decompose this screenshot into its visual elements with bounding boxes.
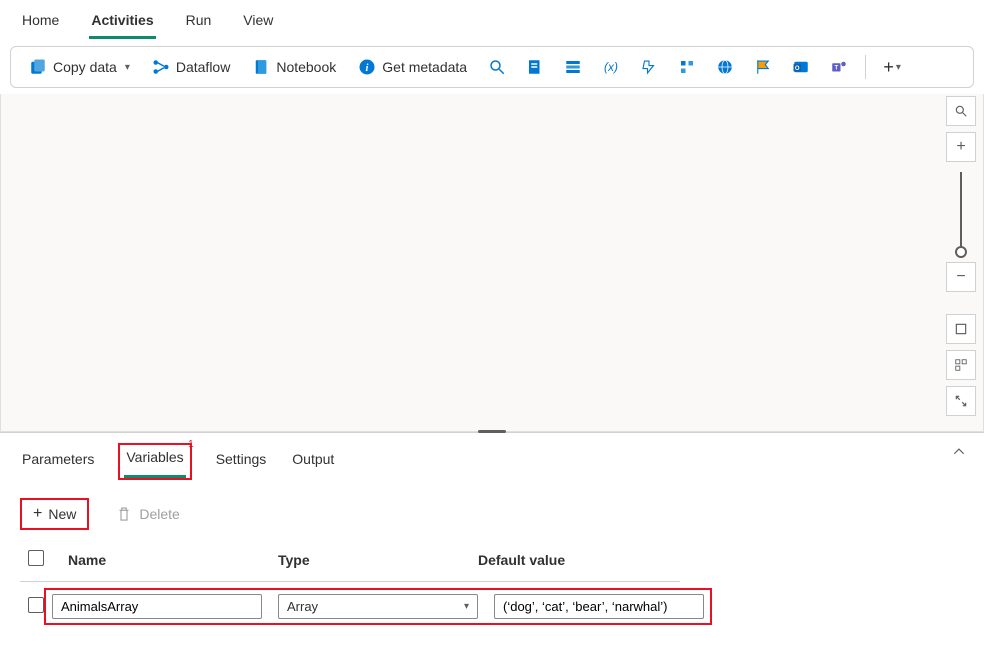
tab-variables[interactable]: Variables 1 — [124, 445, 185, 478]
tab-settings[interactable]: Settings — [214, 447, 269, 477]
function-icon — [640, 58, 658, 76]
dataflow-button[interactable]: Dataflow — [144, 54, 238, 80]
zoom-out-button[interactable]: − — [946, 262, 976, 292]
properties-panel: Parameters Variables 1 Settings Output +… — [0, 432, 984, 645]
variable-type-value: Array — [287, 599, 318, 614]
fit-to-screen-button[interactable] — [946, 314, 976, 344]
azure-function-icon-button[interactable] — [633, 53, 665, 81]
script-icon — [526, 58, 544, 76]
toolbar-separator — [865, 55, 866, 79]
svg-text:T: T — [835, 65, 839, 71]
callout-badge: 1 — [188, 439, 194, 450]
row-checkbox[interactable] — [28, 597, 44, 613]
web-icon-button[interactable] — [709, 53, 741, 81]
zoom-slider-thumb[interactable] — [955, 246, 967, 258]
notebook-icon — [252, 58, 270, 76]
webhook-icon-button[interactable] — [747, 53, 779, 81]
flag-icon — [754, 58, 772, 76]
fullscreen-button[interactable] — [946, 386, 976, 416]
globe-icon — [716, 58, 734, 76]
canvas-tool-rail: + − — [946, 96, 976, 416]
copy-data-button[interactable]: Copy data ▾ — [21, 54, 138, 80]
menubar-view[interactable]: View — [241, 8, 275, 39]
delete-variable-button[interactable]: Delete — [105, 501, 189, 527]
trash-icon — [115, 505, 133, 523]
outlook-icon-button[interactable]: O — [785, 53, 817, 81]
variable-default-input[interactable] — [494, 594, 704, 619]
stored-procedure-icon-button[interactable] — [557, 53, 589, 81]
variable-icon-button[interactable]: (x) — [595, 53, 627, 81]
teams-icon: T — [830, 58, 848, 76]
notebook-label: Notebook — [276, 59, 336, 75]
copy-data-icon — [29, 58, 47, 76]
svg-text:O: O — [795, 66, 800, 72]
column-header-type: Type — [270, 540, 470, 582]
column-header-name: Name — [60, 540, 270, 582]
info-icon: i — [358, 58, 376, 76]
variable-name-input[interactable] — [52, 594, 262, 619]
outlook-icon: O — [792, 58, 810, 76]
chevron-down-icon: ▾ — [125, 62, 130, 73]
canvas-search-button[interactable] — [946, 96, 976, 126]
plus-icon: + — [33, 505, 42, 523]
lookup-icon-button[interactable] — [481, 53, 513, 81]
notebook-button[interactable]: Notebook — [244, 54, 344, 80]
dataflow-icon — [152, 58, 170, 76]
menubar-home[interactable]: Home — [20, 8, 61, 39]
svg-text:(x): (x) — [604, 60, 618, 74]
delete-label: Delete — [139, 506, 179, 522]
get-metadata-button[interactable]: i Get metadata — [350, 54, 475, 80]
panel-collapse-button[interactable] — [952, 445, 966, 462]
svg-text:i: i — [366, 63, 369, 74]
zoom-in-button[interactable]: + — [946, 132, 976, 162]
activities-toolbar: Copy data ▾ Dataflow Notebook i Get meta… — [10, 46, 974, 88]
chevron-down-icon: ▾ — [896, 62, 901, 73]
copy-data-label: Copy data — [53, 59, 117, 75]
dataflow-label: Dataflow — [176, 59, 230, 75]
chevron-down-icon: ▾ — [464, 601, 469, 612]
auto-align-button[interactable] — [946, 350, 976, 380]
variable-x-icon: (x) — [602, 58, 620, 76]
variables-table: Name Type Default value — [20, 540, 680, 582]
variable-type-select[interactable]: Array ▾ — [278, 594, 478, 619]
list-icon — [564, 58, 582, 76]
search-icon — [488, 58, 506, 76]
select-all-checkbox[interactable] — [28, 550, 44, 566]
tab-parameters[interactable]: Parameters — [20, 447, 96, 477]
get-metadata-label: Get metadata — [382, 59, 467, 75]
tab-output[interactable]: Output — [290, 447, 336, 477]
pipeline-canvas[interactable] — [0, 94, 984, 432]
databricks-icon-button[interactable] — [671, 53, 703, 81]
add-activity-button[interactable]: + ▾ — [876, 53, 908, 81]
menubar-run[interactable]: Run — [184, 8, 214, 39]
column-header-default: Default value — [470, 540, 680, 582]
zoom-slider[interactable] — [960, 172, 962, 252]
script-icon-button[interactable] — [519, 53, 551, 81]
bracket-icon — [678, 58, 696, 76]
menubar-activities[interactable]: Activities — [89, 8, 155, 39]
new-variable-button[interactable]: + New — [23, 501, 86, 527]
teams-icon-button[interactable]: T — [823, 53, 855, 81]
new-label: New — [48, 506, 76, 522]
plus-icon: + — [883, 57, 894, 78]
